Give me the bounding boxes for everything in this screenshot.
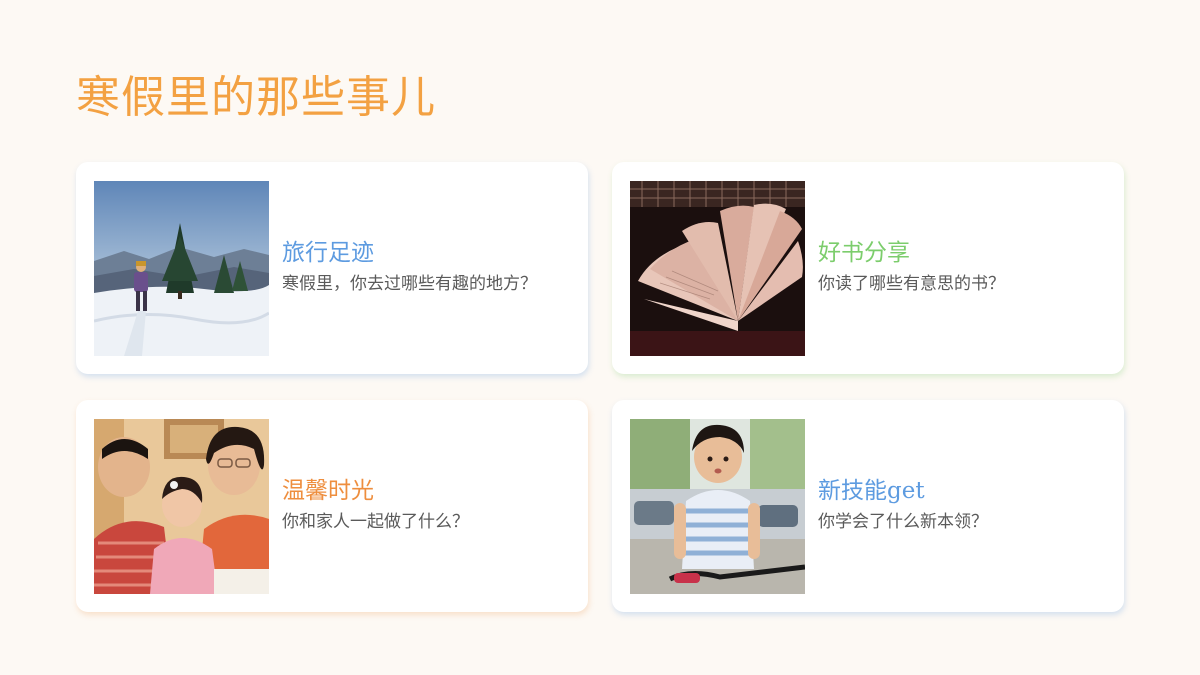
open-book-photo xyxy=(630,181,805,356)
snow-hiker-photo xyxy=(94,181,269,356)
boy-bicycle-photo xyxy=(630,419,805,594)
card-travel[interactable]: 旅行足迹 寒假里，你去过哪些有趣的地方？ xyxy=(76,162,588,374)
card-family[interactable]: 温馨时光 你和家人一起做了什么？ xyxy=(76,400,588,612)
card-description: 寒假里，你去过哪些有趣的地方？ xyxy=(282,274,537,294)
card-title: 新技能get xyxy=(818,478,925,504)
card-description: 你和家人一起做了什么？ xyxy=(282,512,469,532)
card-description: 你学会了什么新本领？ xyxy=(818,512,988,532)
page-title: 寒假里的那些事儿 xyxy=(76,72,436,123)
card-title: 好书分享 xyxy=(818,240,910,266)
card-title: 旅行足迹 xyxy=(282,240,374,266)
family-photo xyxy=(94,419,269,594)
card-title: 温馨时光 xyxy=(282,478,374,504)
card-new-skill[interactable]: 新技能get 你学会了什么新本领？ xyxy=(612,400,1124,612)
card-books[interactable]: 好书分享 你读了哪些有意思的书？ xyxy=(612,162,1124,374)
card-description: 你读了哪些有意思的书？ xyxy=(818,274,1005,294)
